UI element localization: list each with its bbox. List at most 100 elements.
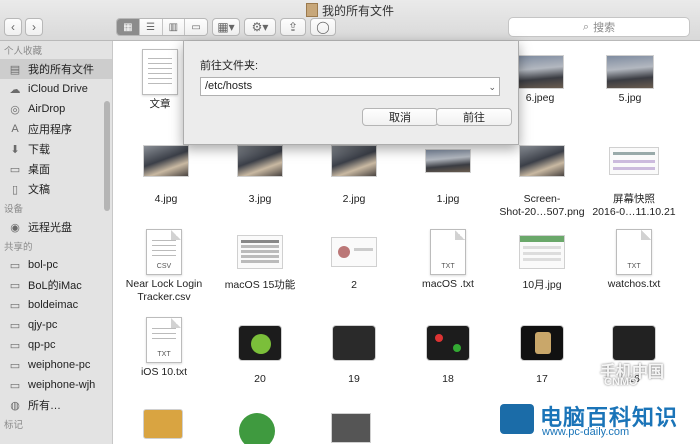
sidebar-item-boldeimac[interactable]: ▭ boldeimac bbox=[0, 295, 112, 315]
file-item[interactable]: Screen- Shot-20…507.png bbox=[495, 145, 589, 219]
file-name: Screen- Shot-20…507.png bbox=[499, 193, 585, 218]
forward-button[interactable]: › bbox=[25, 18, 43, 36]
image-thumbnail[interactable] bbox=[239, 413, 275, 444]
list-view-icon[interactable]: ☰ bbox=[139, 19, 163, 35]
file-item[interactable]: 2.jpg bbox=[307, 145, 401, 206]
file-item[interactable]: 20 bbox=[213, 325, 307, 386]
sidebar-item-qjy-pc[interactable]: ▭ qjy-pc bbox=[0, 315, 112, 335]
file-name: macOS .txt bbox=[422, 278, 474, 290]
document-icon: ▯ bbox=[11, 183, 19, 196]
file-name: 5.jpg bbox=[618, 92, 642, 104]
gear-icon: ⚙▾ bbox=[251, 20, 269, 34]
file-item[interactable]: 1.jpg bbox=[401, 149, 495, 206]
file-item[interactable]: CSV Near Lock Login Tracker.csv bbox=[117, 229, 211, 304]
sidebar-item-all-shared[interactable]: ◍ 所有… bbox=[0, 395, 112, 415]
sidebar-section-devices: 设备 bbox=[4, 204, 24, 215]
txt-file-icon: TXT bbox=[146, 317, 182, 363]
sidebar-item-all-my-files[interactable]: ▤ 我的所有文件 bbox=[0, 59, 112, 79]
sidebar-item-label: iCloud Drive bbox=[28, 83, 88, 95]
go-button[interactable]: 前往 bbox=[436, 108, 512, 126]
file-item[interactable]: 19 bbox=[307, 325, 401, 386]
sidebar-item-downloads[interactable]: ⬇ 下载 bbox=[0, 139, 112, 159]
image-thumbnail bbox=[238, 325, 282, 361]
sidebar-item-label: 所有… bbox=[28, 400, 61, 412]
search-field[interactable]: ⌕ 搜索 bbox=[508, 17, 690, 37]
sidebar-item-label: bol-pc bbox=[28, 259, 58, 271]
file-name: watchos.txt bbox=[607, 278, 661, 290]
file-item[interactable]: 18 bbox=[401, 325, 495, 386]
watermark-url: www.pc-daily.com bbox=[542, 426, 630, 438]
folder-path-input[interactable]: /etc/hosts ⌄ bbox=[200, 77, 500, 96]
applications-icon: A bbox=[11, 123, 19, 135]
sidebar-item-label: 远程光盘 bbox=[28, 222, 72, 234]
sidebar-item-label: qp-pc bbox=[28, 339, 56, 351]
sidebar-item-applications[interactable]: A 应用程序 bbox=[0, 119, 112, 139]
dialog-label: 前往文件夹: bbox=[200, 60, 259, 72]
file-item[interactable]: 17 bbox=[495, 325, 589, 386]
sidebar-item-remote-disc[interactable]: ◉ 远程光盘 bbox=[0, 217, 112, 237]
sidebar-item-qp-pc[interactable]: ▭ qp-pc bbox=[0, 335, 112, 355]
share-button[interactable]: ⇪ bbox=[280, 18, 306, 36]
search-placeholder: 搜索 bbox=[593, 22, 616, 34]
file-item[interactable]: 10月.jpg bbox=[495, 235, 589, 292]
sidebar-item-label: 桌面 bbox=[28, 164, 50, 176]
file-name: 屏幕快照 2016-0…11.10.21 bbox=[592, 193, 676, 218]
sidebar-item-label: 下载 bbox=[28, 144, 50, 156]
sidebar-item-desktop[interactable]: ▭ 桌面 bbox=[0, 159, 112, 179]
tag-icon: ◯ bbox=[316, 20, 330, 34]
file-name: 4.jpg bbox=[154, 193, 178, 205]
file-item[interactable]: 2 bbox=[307, 237, 401, 292]
cloud-icon: ☁ bbox=[9, 83, 21, 96]
chevron-down-icon[interactable]: ⌄ bbox=[488, 79, 496, 96]
cancel-button[interactable]: 取消 bbox=[362, 108, 438, 126]
file-item[interactable]: TXT iOS 10.txt bbox=[117, 317, 211, 379]
image-thumbnail bbox=[143, 145, 189, 177]
sidebar-item-weiphone-wjh[interactable]: ▭ weiphone-wjh bbox=[0, 375, 112, 395]
sidebar-item-label: weiphone-pc bbox=[28, 359, 91, 371]
file-item[interactable]: TXT watchos.txt bbox=[587, 229, 681, 291]
airdrop-icon: ◎ bbox=[10, 103, 20, 116]
grid-arrange-icon: ▦▾ bbox=[217, 20, 235, 34]
site-watermark: 电脑百科知识 www.pc-daily.com bbox=[476, 396, 700, 444]
action-button[interactable]: ⚙▾ bbox=[244, 18, 276, 36]
image-thumbnail bbox=[425, 149, 471, 173]
file-item[interactable]: 屏幕快照 2016-0…11.10.21 bbox=[587, 147, 681, 219]
file-item[interactable]: TXT macOS .txt bbox=[401, 229, 495, 291]
column-view-icon[interactable]: ▥ bbox=[162, 19, 186, 35]
sidebar-item-label: AirDrop bbox=[28, 103, 66, 115]
chevron-left-icon: ‹ bbox=[11, 20, 15, 34]
sidebar-item-bol-imac[interactable]: ▭ BoL的iMac bbox=[0, 275, 112, 295]
icon-view-icon[interactable]: ▦ bbox=[117, 19, 140, 35]
sidebar-item-bol-pc[interactable]: ▭ bol-pc bbox=[0, 255, 112, 275]
computer-icon: ▭ bbox=[9, 359, 21, 372]
image-thumbnail[interactable] bbox=[331, 413, 371, 443]
sidebar-item-airdrop[interactable]: ◎ AirDrop bbox=[0, 99, 112, 119]
image-thumbnail bbox=[606, 55, 654, 89]
download-icon: ⬇ bbox=[10, 143, 20, 156]
sidebar-item-documents[interactable]: ▯ 文稿 bbox=[0, 179, 112, 199]
tags-button[interactable]: ◯ bbox=[310, 18, 336, 36]
file-item[interactable]: macOS 15功能 bbox=[213, 235, 307, 292]
image-thumbnail[interactable] bbox=[143, 409, 183, 439]
arrange-button[interactable]: ▦▾ bbox=[212, 18, 240, 36]
back-button[interactable]: ‹ bbox=[4, 18, 22, 36]
file-item[interactable]: 4.jpg bbox=[119, 145, 213, 206]
file-item[interactable]: 3.jpg bbox=[213, 145, 307, 206]
go-to-folder-dialog: 前往文件夹: /etc/hosts ⌄ 取消 前往 bbox=[183, 41, 519, 145]
file-name: 1.jpg bbox=[436, 193, 460, 205]
file-name: Near Lock Login Tracker.csv bbox=[125, 278, 203, 303]
sidebar-scrollbar[interactable] bbox=[104, 101, 110, 211]
computer-icon: ▭ bbox=[9, 339, 21, 352]
file-name: 2.jpg bbox=[342, 193, 366, 205]
window-title-text: 我的所有文件 bbox=[321, 4, 394, 18]
file-item[interactable]: 5.jpg bbox=[583, 55, 677, 105]
share-icon: ⇪ bbox=[287, 20, 299, 34]
monitor-logo-icon bbox=[500, 404, 534, 434]
file-name: 10月.jpg bbox=[522, 279, 562, 291]
sidebar-item-icloud-drive[interactable]: ☁ iCloud Drive bbox=[0, 79, 112, 99]
sidebar-item-weiphone-pc[interactable]: ▭ weiphone-pc bbox=[0, 355, 112, 375]
view-mode-control[interactable]: ▦ ☰ ▥ ▭ bbox=[116, 18, 208, 36]
sidebar-item-label: BoL的iMac bbox=[28, 280, 82, 292]
computer-icon: ▭ bbox=[9, 379, 21, 392]
gallery-view-icon[interactable]: ▭ bbox=[185, 19, 207, 35]
